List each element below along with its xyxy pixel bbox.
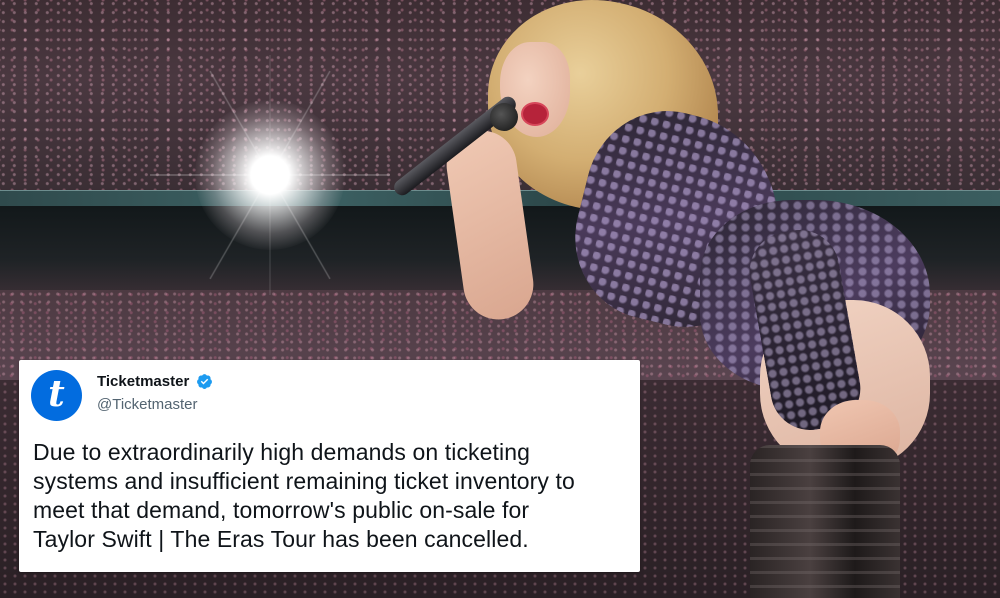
tweet-text-line: systems and insufficient remaining ticke… bbox=[33, 468, 575, 494]
account-name-text[interactable]: Ticketmaster bbox=[97, 373, 189, 390]
account-handle[interactable]: @Ticketmaster bbox=[97, 396, 198, 413]
tweet-text-line: meet that demand, tomorrow's public on-s… bbox=[33, 497, 530, 523]
tweet-text: Due to extraordinarily high demands on t… bbox=[33, 438, 633, 554]
tweet-card[interactable]: t Ticketmaster @Ticketmaster Due to extr… bbox=[19, 360, 640, 572]
microphone-head bbox=[490, 103, 518, 131]
performer-mouth bbox=[521, 102, 549, 126]
ticketmaster-avatar[interactable]: t bbox=[31, 370, 82, 421]
concert-photo: t Ticketmaster @Ticketmaster Due to extr… bbox=[0, 0, 1000, 598]
account-name[interactable]: Ticketmaster bbox=[97, 373, 213, 390]
performer-boots bbox=[750, 445, 900, 598]
avatar-letter: t bbox=[48, 373, 65, 415]
tweet-text-line: Due to extraordinarily high demands on t… bbox=[33, 439, 531, 465]
verified-badge-icon bbox=[197, 374, 213, 389]
tweet-text-line: Taylor Swift | The Eras Tour has been ca… bbox=[33, 526, 529, 552]
